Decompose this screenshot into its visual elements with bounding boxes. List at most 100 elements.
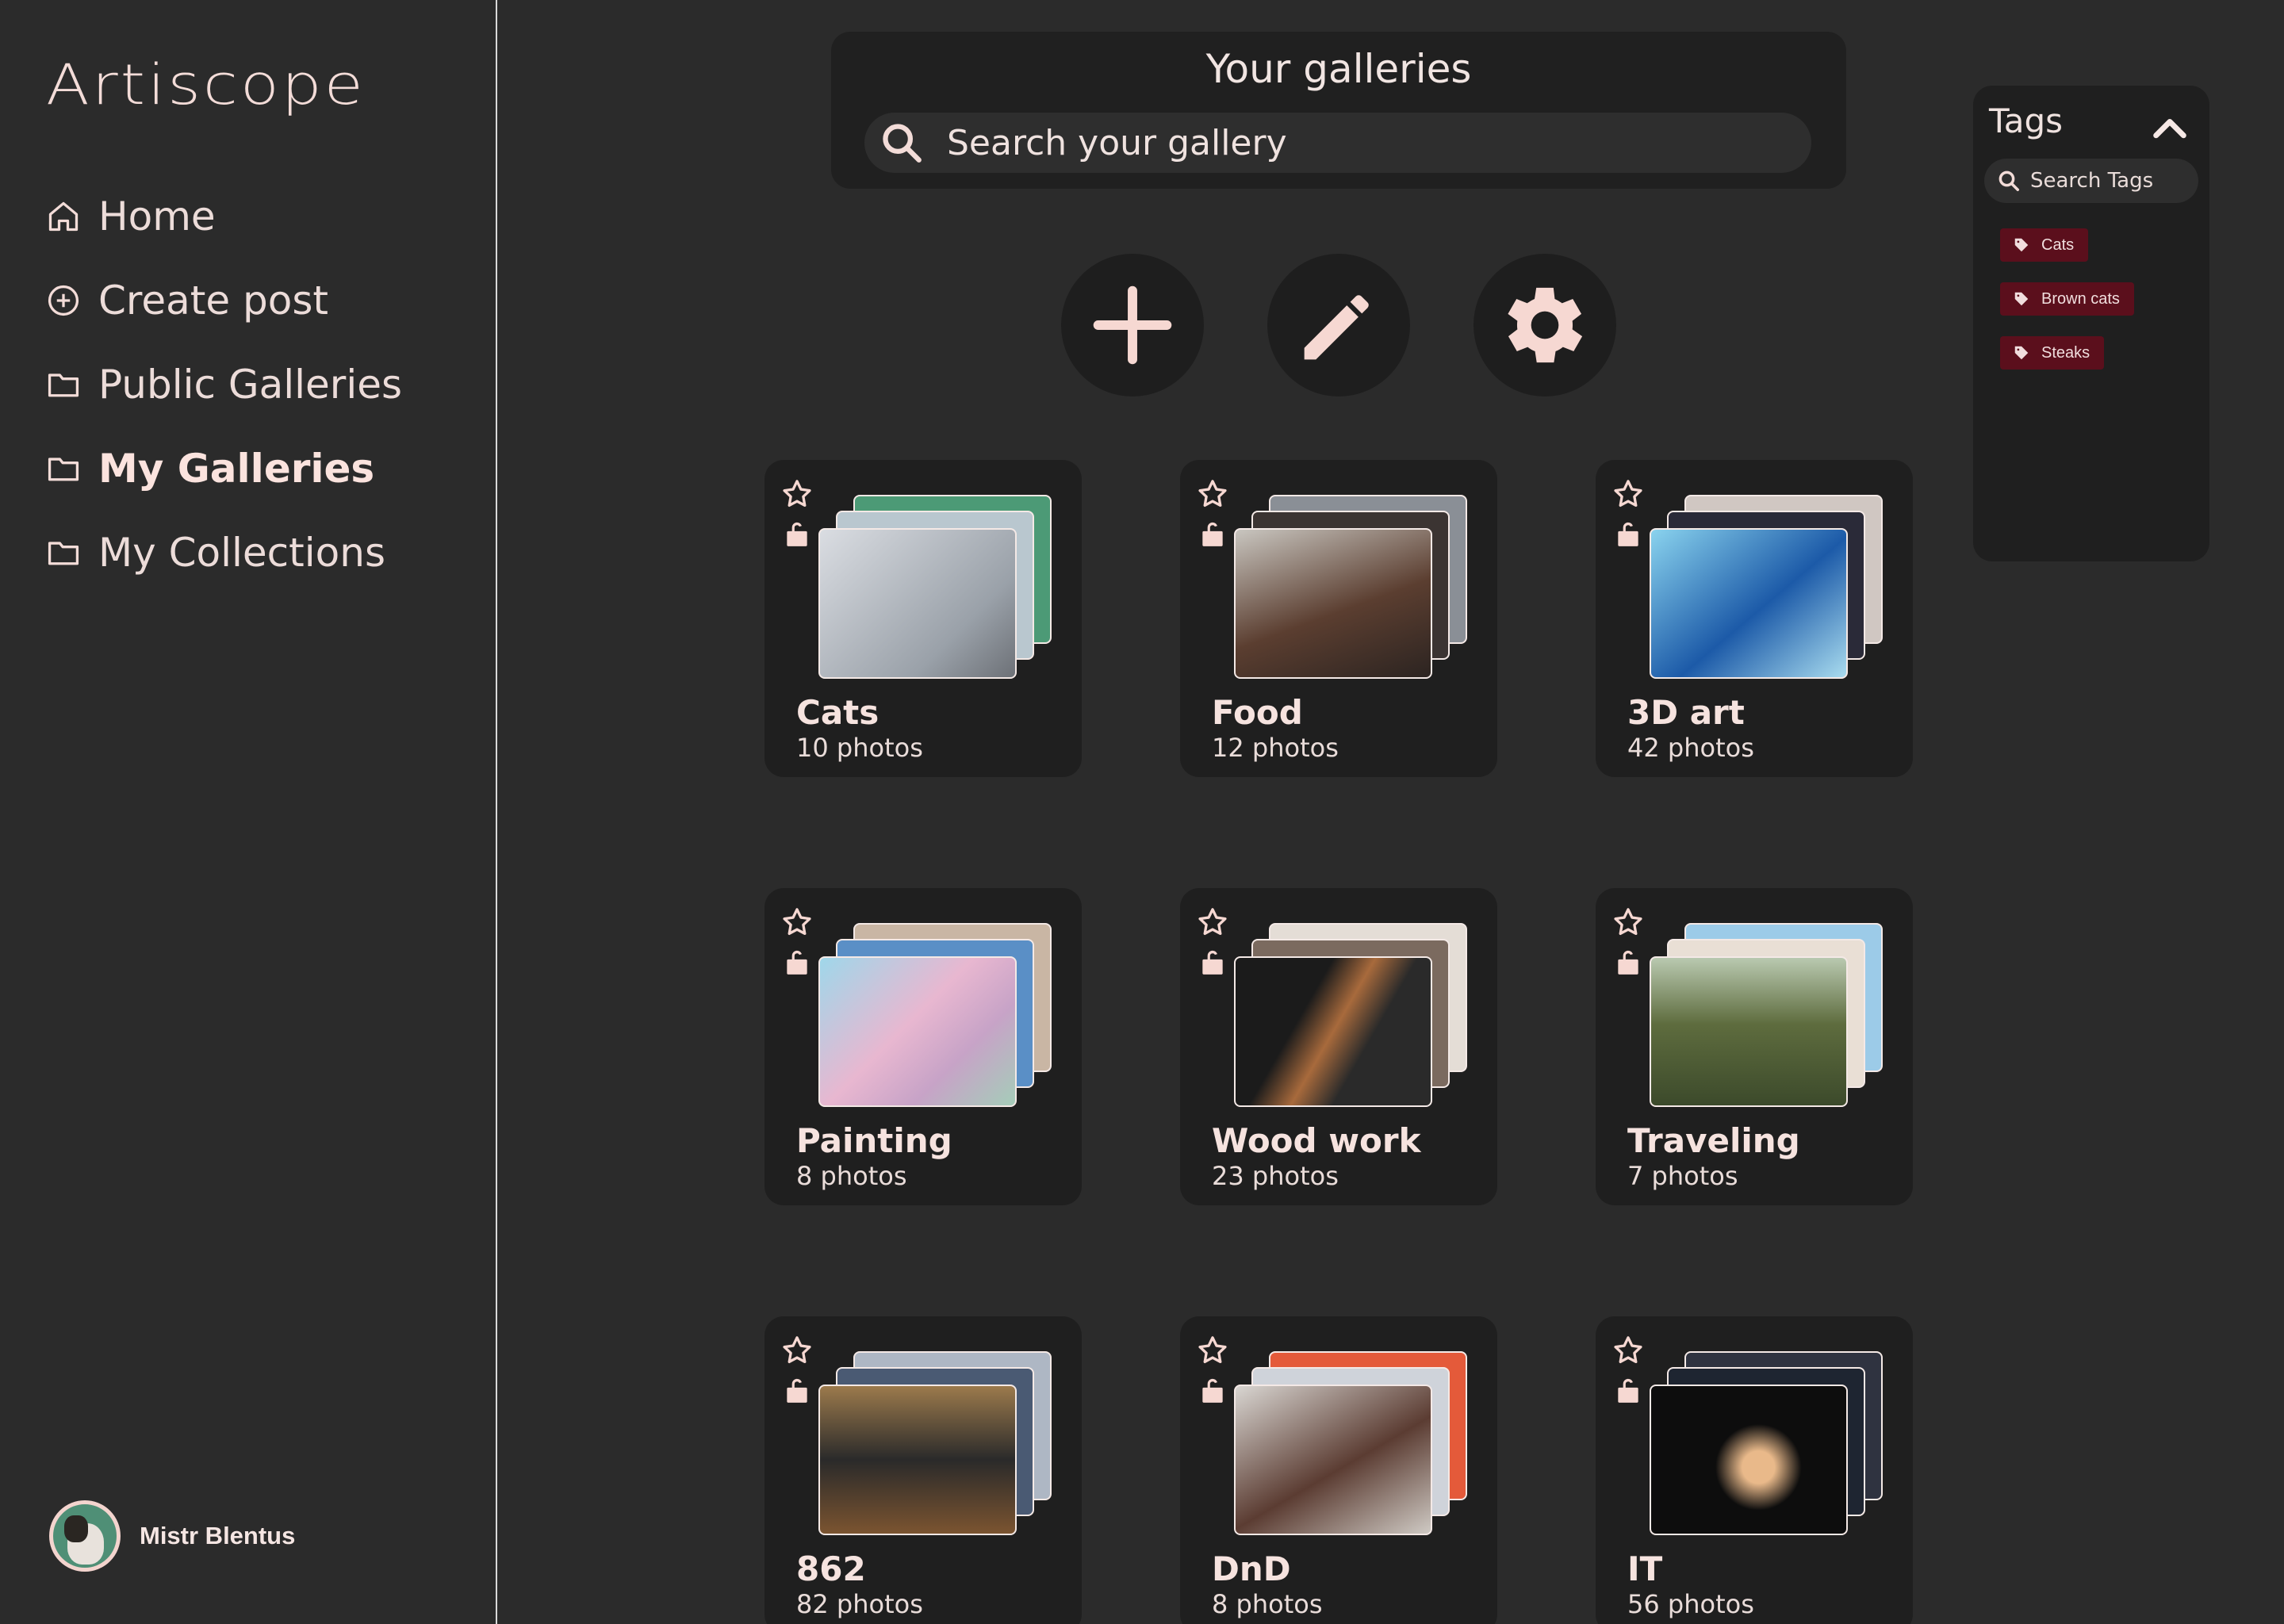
gallery-title: Cats	[796, 693, 879, 732]
folder-icon	[48, 458, 79, 481]
app-logo[interactable]: Artiscope	[46, 52, 366, 117]
sidebar-item-public-galleries[interactable]: Public Galleries	[46, 343, 402, 427]
photo-stack	[1234, 495, 1472, 680]
unlocked-icon[interactable]	[1199, 519, 1226, 549]
unlocked-icon[interactable]	[1615, 947, 1642, 977]
gallery-photo-count: 8 photos	[1212, 1589, 1323, 1619]
gallery-photo-count: 10 photos	[796, 733, 923, 763]
gallery-title: Painting	[796, 1121, 952, 1160]
gallery-title: Traveling	[1627, 1121, 1800, 1160]
avatar-cat-patch	[64, 1515, 88, 1542]
folder-icon	[48, 373, 79, 397]
sidebar-item-my-collections[interactable]: My Collections	[46, 511, 402, 595]
user-name: Mistr Blentus	[140, 1522, 296, 1549]
search-icon	[883, 124, 922, 163]
chevron-up-icon[interactable]	[2149, 111, 2190, 143]
avatar[interactable]	[49, 1500, 121, 1572]
tags-search-bar[interactable]	[1984, 159, 2198, 203]
gallery-title: 3D art	[1627, 693, 1745, 732]
gallery-card[interactable]: Food 12 photos	[1180, 460, 1497, 777]
tag-label: Brown cats	[2041, 289, 2120, 308]
gallery-photo-count: 8 photos	[796, 1161, 907, 1191]
search-icon	[1998, 170, 2019, 191]
star-icon[interactable]	[780, 906, 814, 939]
page-title: Your galleries	[1205, 46, 1472, 92]
edit-gallery-button[interactable]	[1267, 254, 1410, 396]
sidebar-item-label: Home	[98, 193, 216, 239]
photo-thumbnail	[1650, 1385, 1848, 1535]
tag-label: Steaks	[2041, 343, 2090, 362]
sidebar-nav: Home Create post Public Galleries My Gal…	[46, 174, 402, 595]
gallery-card[interactable]: Painting 8 photos	[765, 888, 1082, 1205]
tag-chip[interactable]: Steaks	[2000, 336, 2105, 370]
tag-icon	[2014, 346, 2029, 360]
tags-panel: Tags Cats Brown cats Steaks	[1973, 86, 2209, 561]
sidebar-item-label: Public Galleries	[98, 362, 403, 408]
add-gallery-button[interactable]	[1061, 254, 1204, 396]
tags-search-input[interactable]	[2030, 169, 2189, 193]
gallery-photo-count: 12 photos	[1212, 733, 1339, 763]
photo-stack	[818, 1351, 1056, 1537]
tag-icon	[2014, 292, 2029, 306]
star-icon[interactable]	[1611, 1334, 1645, 1367]
search-bar[interactable]	[864, 113, 1811, 173]
unlocked-icon[interactable]	[1615, 519, 1642, 549]
photo-stack	[1650, 923, 1887, 1109]
sidebar-item-my-galleries[interactable]: My Galleries	[46, 427, 402, 511]
star-icon[interactable]	[780, 477, 814, 511]
photo-stack	[818, 495, 1056, 680]
tag-label: Cats	[2041, 236, 2075, 254]
photo-thumbnail	[1650, 528, 1848, 679]
photo-thumbnail	[1234, 528, 1432, 679]
gallery-title: Wood work	[1212, 1121, 1421, 1160]
unlocked-icon[interactable]	[1199, 947, 1226, 977]
tag-chip[interactable]: Cats	[2000, 228, 2089, 262]
unlocked-icon[interactable]	[784, 947, 811, 977]
gallery-photo-count: 56 photos	[1627, 1589, 1754, 1619]
gallery-card[interactable]: Traveling 7 photos	[1596, 888, 1913, 1205]
user-profile[interactable]: Mistr Blentus	[49, 1500, 295, 1572]
photo-stack	[1650, 495, 1887, 680]
sidebar-item-create-post[interactable]: Create post	[46, 259, 402, 343]
star-icon[interactable]	[1196, 477, 1229, 511]
sidebar-item-label: My Collections	[98, 530, 385, 576]
unlocked-icon[interactable]	[1615, 1375, 1642, 1405]
photo-thumbnail	[818, 1385, 1017, 1535]
gallery-card[interactable]: DnD 8 photos	[1180, 1316, 1497, 1624]
unlocked-icon[interactable]	[784, 519, 811, 549]
star-icon[interactable]	[1196, 1334, 1229, 1367]
tag-chip[interactable]: Brown cats	[2000, 282, 2134, 316]
gallery-card[interactable]: IT 56 photos	[1596, 1316, 1913, 1624]
star-icon[interactable]	[1196, 906, 1229, 939]
star-icon[interactable]	[1611, 906, 1645, 939]
gallery-card[interactable]: Wood work 23 photos	[1180, 888, 1497, 1205]
gallery-title: DnD	[1212, 1549, 1291, 1588]
photo-stack	[1234, 1351, 1472, 1537]
settings-button[interactable]	[1473, 254, 1616, 396]
sidebar: Artiscope Home Create post Public Galler…	[0, 0, 497, 1624]
gallery-card[interactable]: 862 82 photos	[765, 1316, 1082, 1624]
star-icon[interactable]	[1611, 477, 1645, 511]
gear-icon	[1508, 287, 1583, 363]
gallery-photo-count: 23 photos	[1212, 1161, 1339, 1191]
star-icon[interactable]	[780, 1334, 814, 1367]
gallery-search-panel: Your galleries	[831, 32, 1846, 189]
home-icon	[48, 201, 79, 232]
search-input[interactable]	[947, 122, 1740, 163]
plus-icon	[1093, 285, 1172, 365]
tag-icon	[2014, 238, 2029, 252]
gallery-card[interactable]: 3D art 42 photos	[1596, 460, 1913, 777]
photo-thumbnail	[818, 528, 1017, 679]
plus-circle-icon	[48, 285, 79, 316]
unlocked-icon[interactable]	[784, 1375, 811, 1405]
sidebar-item-home[interactable]: Home	[46, 174, 402, 259]
sidebar-item-label: My Galleries	[98, 446, 375, 492]
gallery-card[interactable]: Cats 10 photos	[765, 460, 1082, 777]
unlocked-icon[interactable]	[1199, 1375, 1226, 1405]
photo-thumbnail	[1234, 1385, 1432, 1535]
photo-thumbnail	[1650, 956, 1848, 1107]
sidebar-item-label: Create post	[98, 278, 329, 324]
gallery-photo-count: 82 photos	[796, 1589, 923, 1619]
photo-stack	[818, 923, 1056, 1109]
tags-title: Tags	[1989, 102, 2063, 140]
